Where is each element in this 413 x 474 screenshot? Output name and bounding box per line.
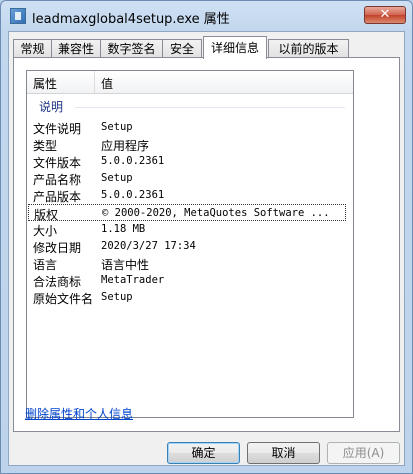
property-value: 应用程序 — [101, 139, 150, 153]
column-header-property[interactable]: 属性 — [33, 75, 57, 92]
table-row[interactable]: 类型 应用程序 — [28, 136, 346, 153]
column-header-value[interactable]: 值 — [101, 75, 113, 92]
table-row[interactable]: 修改日期 2020/3/27 17:34 — [28, 238, 346, 255]
table-row[interactable]: 文件说明 Setup — [28, 119, 346, 136]
property-name: 产品名称 — [33, 173, 82, 187]
ok-button[interactable]: 确定 — [167, 442, 240, 464]
cancel-button[interactable]: 取消 — [247, 442, 320, 464]
window-title: leadmaxglobal4setup.exe 属性 — [32, 12, 230, 27]
property-value: 语言中性 — [101, 258, 150, 272]
close-icon: ✕ — [379, 7, 391, 22]
table-row-selected[interactable]: 版权 © 2000-2020, MetaQuotes Software ... — [28, 204, 346, 222]
tab-compatibility[interactable]: 兼容性 — [51, 39, 101, 58]
property-value: Setup — [101, 172, 133, 184]
property-name: 语言 — [33, 258, 58, 272]
table-row[interactable]: 大小 1.18 MB — [28, 221, 346, 238]
dialog-client: 常规 兼容性 数字签名 安全 详细信息 以前的版本 属性 值 说明 文件说明 Se… — [8, 31, 405, 466]
property-value: MetaTrader — [101, 274, 165, 286]
group-header-description[interactable]: 说明 — [39, 98, 63, 115]
property-name: 合法商标 — [33, 275, 82, 289]
property-value: Setup — [101, 291, 133, 303]
tab-digital-signatures[interactable]: 数字签名 — [100, 39, 163, 58]
property-value: 5.0.0.2361 — [101, 189, 165, 201]
table-row[interactable]: 原始文件名 Setup — [28, 289, 346, 306]
property-name: 类型 — [33, 139, 58, 153]
close-button[interactable]: ✕ — [364, 6, 406, 24]
file-icon — [10, 8, 26, 24]
tab-previous-versions[interactable]: 以前的版本 — [268, 39, 349, 58]
property-value: 1.18 MB — [101, 223, 146, 235]
table-row[interactable]: 语言 语言中性 — [28, 255, 346, 272]
property-value: © 2000-2020, MetaQuotes Software ... — [102, 207, 330, 219]
apply-button[interactable]: 应用(A) — [327, 442, 400, 464]
tab-security[interactable]: 安全 — [162, 39, 202, 58]
title-bar[interactable]: leadmaxglobal4setup.exe 属性 ✕ — [1, 1, 412, 31]
table-row[interactable]: 合法商标 MetaTrader — [28, 272, 346, 289]
tab-details[interactable]: 详细信息 — [203, 36, 267, 59]
properties-dialog: leadmaxglobal4setup.exe 属性 ✕ 常规 兼容性 数字签名… — [0, 0, 413, 474]
listview-header: 属性 值 — [27, 71, 353, 94]
table-row[interactable]: 产品名称 Setup — [28, 170, 346, 187]
property-name: 文件版本 — [33, 156, 82, 170]
details-panel: 属性 值 说明 文件说明 Setup 类型 应用程序 文件版本 5.0.0.2361 … — [13, 57, 400, 432]
property-name: 修改日期 — [33, 241, 82, 255]
property-value: 5.0.0.2361 — [101, 155, 165, 167]
table-row[interactable]: 产品版本 5.0.0.2361 — [28, 187, 346, 204]
property-name: 原始文件名 — [33, 292, 94, 306]
column-divider[interactable] — [94, 71, 95, 93]
property-value: 2020/3/27 17:34 — [101, 240, 196, 252]
table-row[interactable]: 文件版本 5.0.0.2361 — [28, 153, 346, 170]
property-name: 大小 — [33, 224, 58, 238]
property-value: Setup — [101, 121, 133, 133]
details-listview[interactable]: 属性 值 说明 文件说明 Setup 类型 应用程序 文件版本 5.0.0.2361 … — [26, 70, 354, 418]
remove-properties-link[interactable]: 删除属性和个人信息 — [25, 405, 133, 422]
property-name: 文件说明 — [33, 122, 82, 136]
tab-general[interactable]: 常规 — [13, 39, 52, 58]
group-divider — [75, 107, 345, 108]
property-name: 产品版本 — [33, 190, 82, 204]
